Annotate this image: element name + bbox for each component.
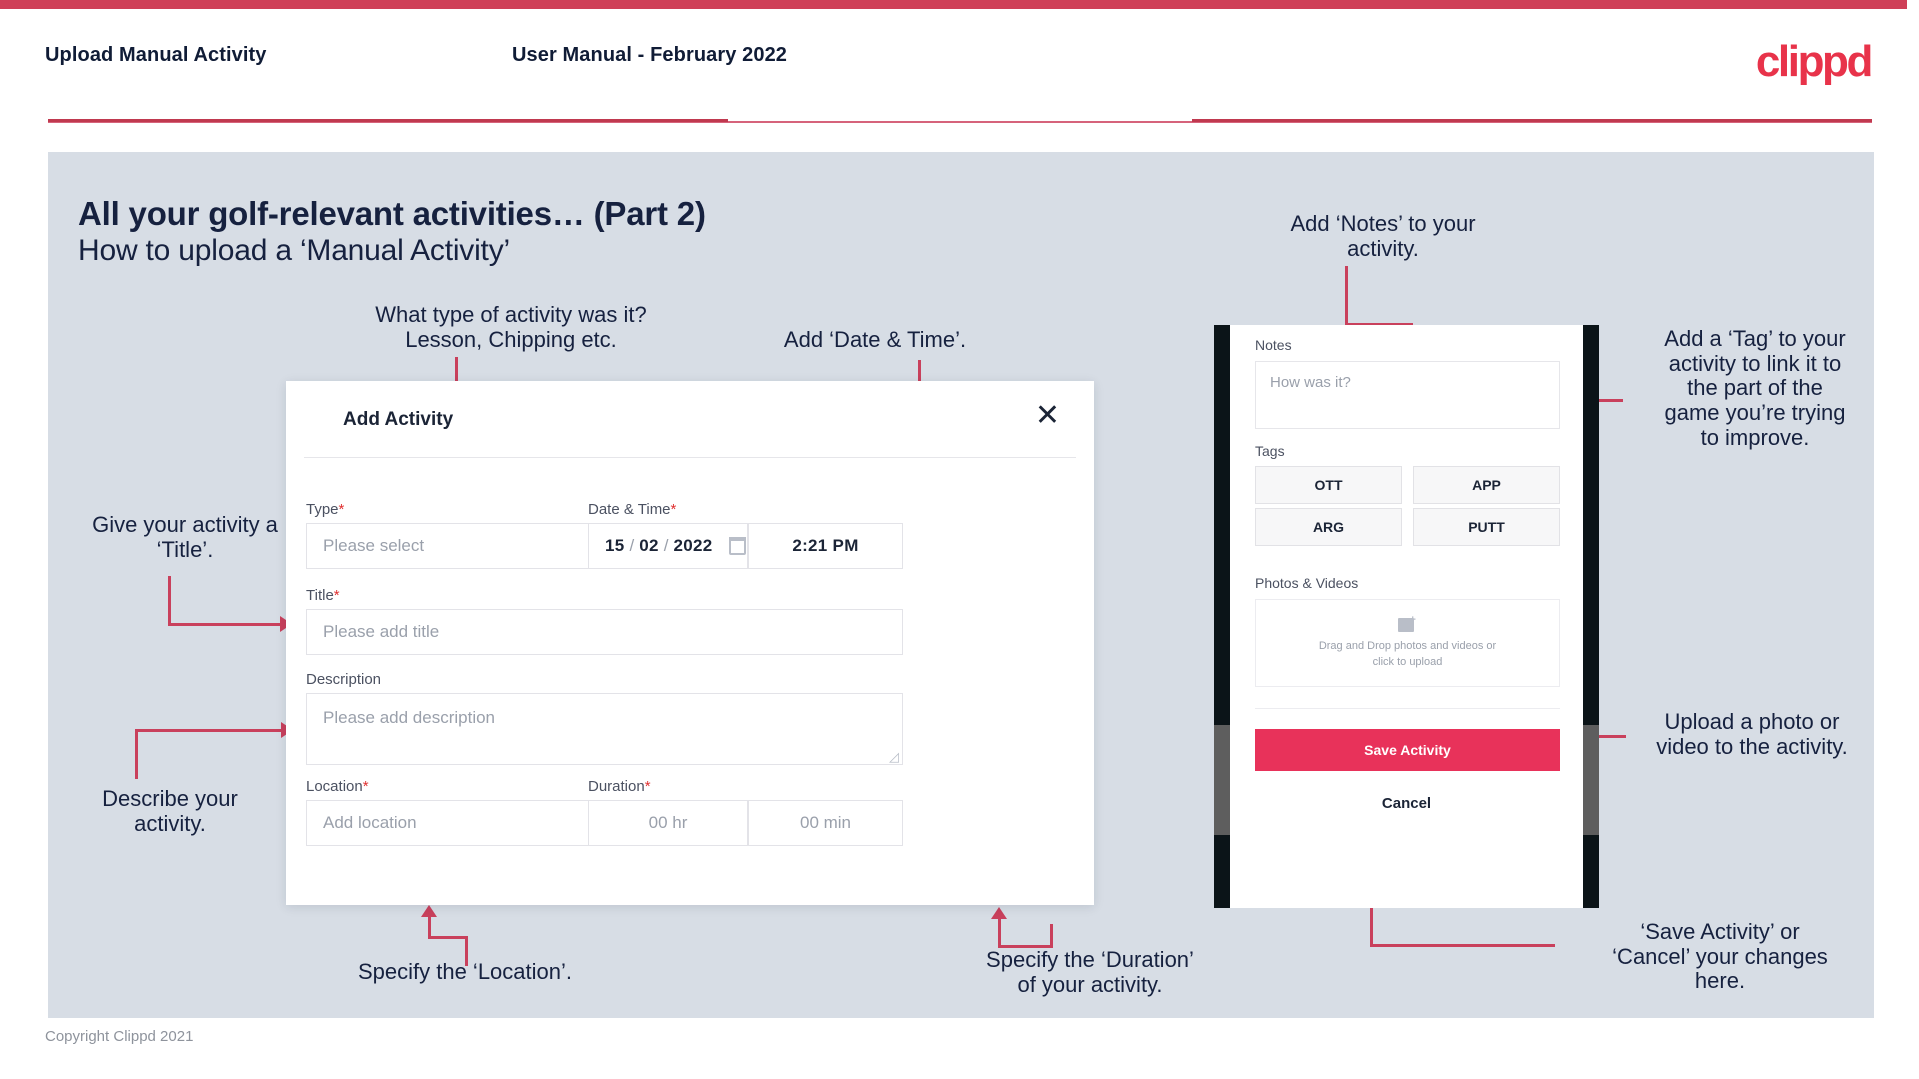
phone-mockup: Notes How was it? Tags OTT APP ARG PUTT … [1214,325,1599,908]
photos-label: Photos & Videos [1255,575,1359,591]
description-label-text: Description [306,671,382,688]
header-divider-left [48,119,728,122]
clippd-logo: clippd [1755,37,1874,86]
dialog-title: Add Activity [343,409,454,430]
time-value: 2:21 PM [792,536,859,555]
duration-required: * [644,778,651,795]
add-image-icon: + [1397,614,1418,632]
annotation-duration: Specify the ‘Duration’ of your activity. [986,947,1194,997]
tag-app[interactable]: APP [1413,466,1560,504]
duration-minutes-input[interactable]: 00 min [748,800,903,846]
connector-location-v1 [465,936,468,966]
tag-ott[interactable]: OTT [1255,466,1402,504]
type-select[interactable]: Please select [306,523,628,569]
phone-button-right [1583,725,1599,835]
annotation-photos: Upload a photo or video to the activity. [1656,709,1848,759]
connector-description-h [135,729,285,732]
location-required: * [362,778,369,795]
annotation-datetime: Add ‘Date & Time’. [783,327,967,352]
date-sep-2: / [663,536,669,555]
phone-screen: Notes How was it? Tags OTT APP ARG PUTT … [1230,325,1583,908]
connector-duration-v1 [998,918,1001,948]
annotation-save: ‘Save Activity’ or ‘Cancel’ your changes… [1612,919,1828,994]
connector-save-h [1370,944,1555,947]
header-divider-right [1192,119,1872,122]
save-activity-button[interactable]: Save Activity [1255,729,1560,771]
annotation-description: Describe your activity. [102,786,238,836]
duration-label: Duration* [588,778,651,795]
datetime-label-text: Date & Time [588,501,671,518]
upload-hint-line-1: Drag and Drop photos and videos or [1318,639,1497,652]
tags-label: Tags [1255,443,1285,459]
connector-title-v [168,576,171,626]
duration-label-text: Duration [588,778,645,795]
close-icon[interactable]: ✕ [1035,401,1060,431]
time-input[interactable]: 2:21 PM [748,523,903,569]
title-input[interactable]: Please add title [306,609,903,655]
description-placeholder: Please add description [323,708,496,727]
add-activity-dialog: Add Activity ✕ Type* Please select Date … [286,381,1094,905]
location-label: Location* [306,778,369,795]
connector-location-arrow [421,905,437,917]
notes-placeholder: How was it? [1270,374,1351,391]
header-center-title: User Manual - February 2022 [512,44,788,66]
upload-hint-line-2: click to upload [1372,655,1443,668]
annotation-notes: Add ‘Notes’ to your activity. [1290,211,1476,261]
connector-duration-h [998,945,1053,948]
description-label: Description [306,671,381,688]
date-sep-1: / [629,536,635,555]
slide-page: Upload Manual Activity User Manual - Feb… [0,0,1919,1079]
date-day: 15 [605,536,625,555]
duration-hours-input[interactable]: 00 hr [588,800,748,846]
location-placeholder: Add location [323,813,417,832]
header-left-title: Upload Manual Activity [45,44,267,66]
type-placeholder: Please select [323,536,425,555]
date-month: 02 [639,536,659,555]
datetime-label: Date & Time* [588,501,676,518]
dialog-divider [304,457,1076,458]
footer-copyright: Copyright Clippd 2021 [45,1028,194,1045]
resize-handle-icon[interactable]: ◿ [889,750,899,763]
connector-location-h [428,936,468,939]
slide-subtitle: How to upload a ‘Manual Activity’ [78,234,510,267]
description-textarea[interactable]: Please add description ◿ [306,693,903,765]
connector-duration-v2 [1050,924,1053,948]
annotation-tags: Add a ‘Tag’ to your activity to link it … [1664,326,1846,450]
title-placeholder: Please add title [323,622,440,641]
title-label: Title* [306,587,340,604]
top-accent-strip [0,0,1919,9]
phone-button-left [1214,725,1230,835]
cancel-button[interactable]: Cancel [1230,795,1583,812]
slide-title: All your golf-relevant activities… (Part… [78,195,706,232]
location-label-text: Location [306,778,363,795]
connector-location-v2 [428,916,431,938]
phone-divider [1255,708,1560,709]
type-required: * [338,501,345,518]
datetime-required: * [670,501,677,518]
type-label: Type* [306,501,344,518]
duration-hours-placeholder: 00 hr [648,813,688,832]
notes-label: Notes [1255,337,1292,353]
connector-duration-arrow [991,907,1007,919]
type-label-text: Type [306,501,339,518]
connector-title-h [168,623,283,626]
title-required: * [333,587,340,604]
tag-putt[interactable]: PUTT [1413,508,1560,546]
photo-upload-dropzone[interactable]: + Drag and Drop photos and videos or cli… [1255,599,1560,687]
calendar-icon[interactable] [728,537,746,555]
tag-arg[interactable]: ARG [1255,508,1402,546]
annotation-type: What type of activity was it? Lesson, Ch… [375,302,647,352]
connector-notes-v1 [1345,266,1348,326]
title-label-text: Title [306,587,334,604]
location-input[interactable]: Add location [306,800,628,846]
duration-minutes-placeholder: 00 min [799,813,852,832]
top-accent-strip-cap [1907,0,1919,9]
date-input[interactable]: 15 / 02 / 2022 [588,523,748,569]
date-year: 2022 [673,536,713,555]
notes-textarea[interactable]: How was it? [1255,361,1560,429]
connector-description-v [135,729,138,779]
